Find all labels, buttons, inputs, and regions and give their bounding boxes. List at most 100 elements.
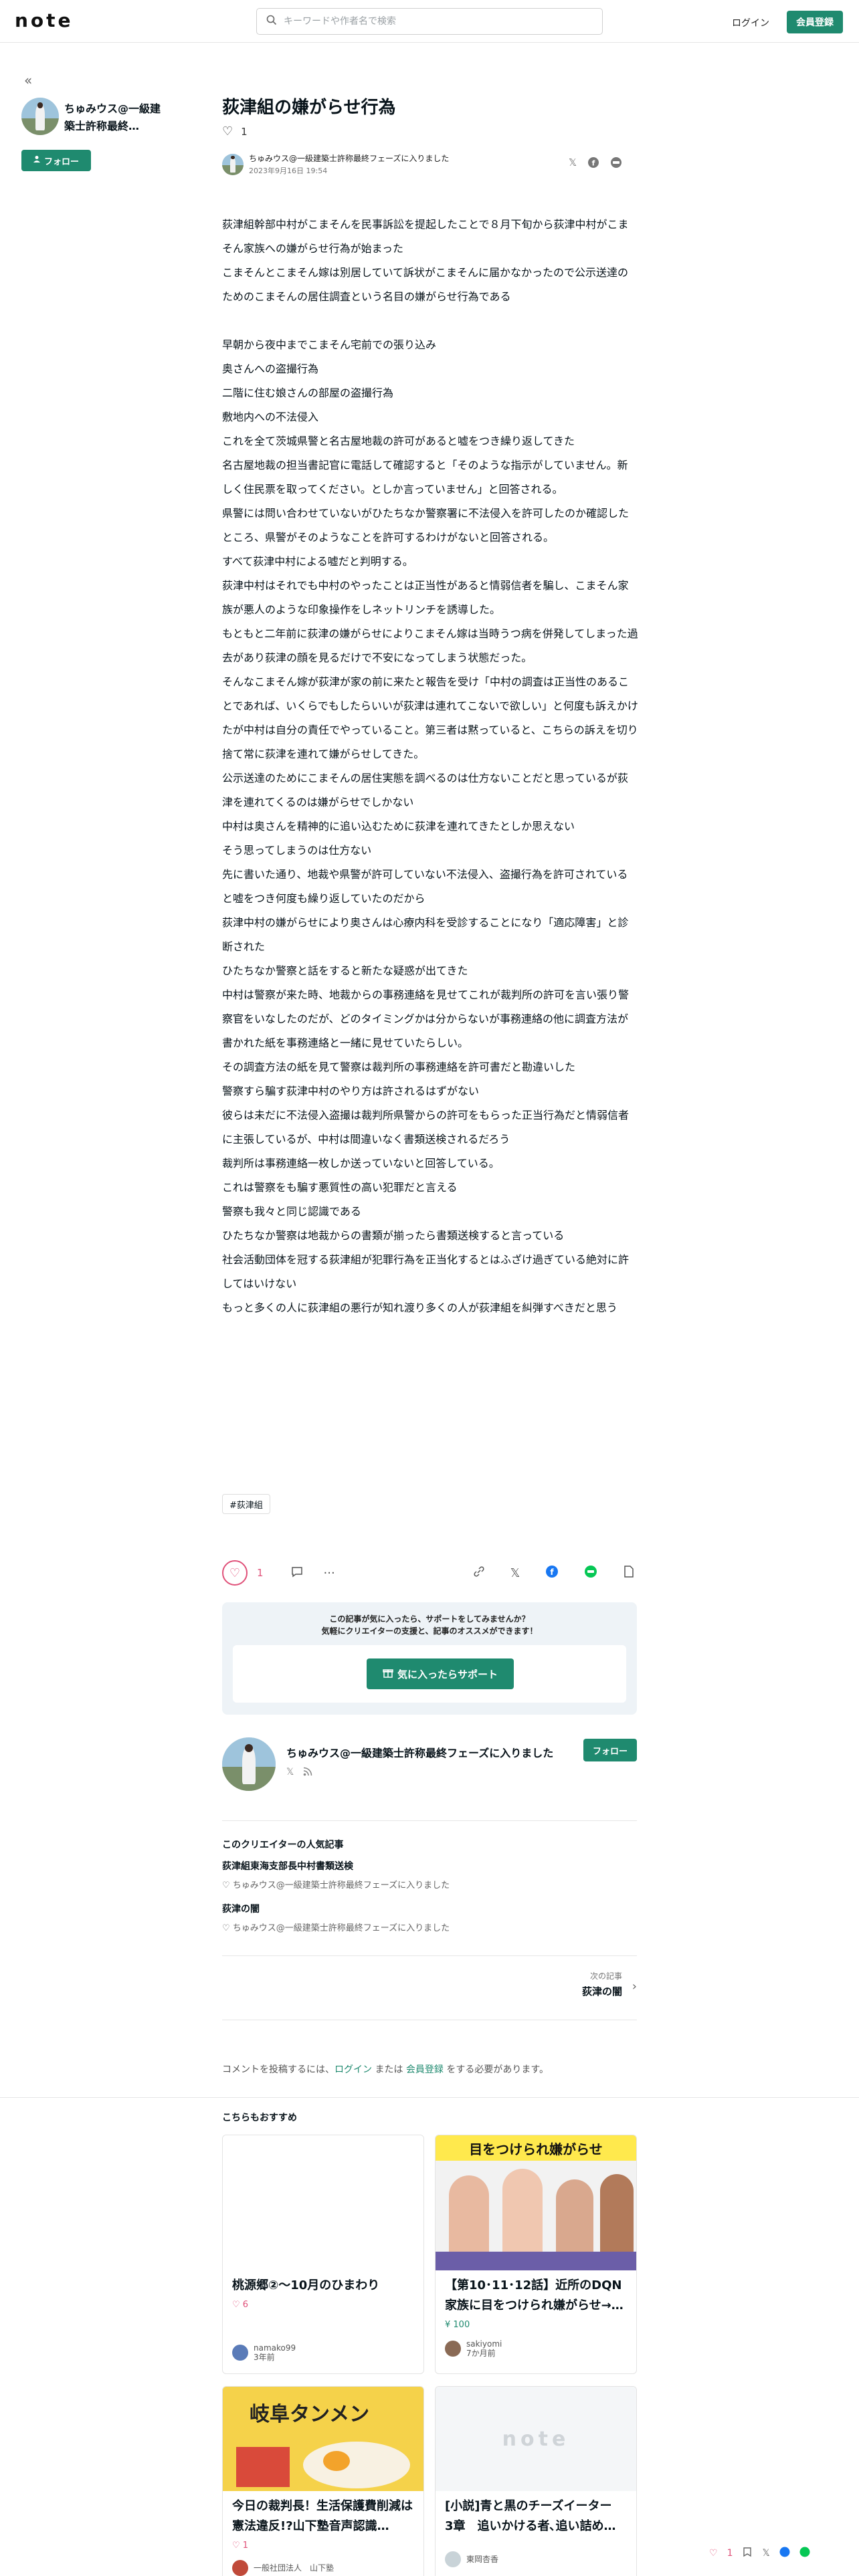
article-paragraph: 二階に住む娘さんの部屋の盗撮行為 bbox=[222, 387, 394, 399]
card-author: namako99 bbox=[254, 2343, 296, 2353]
bookmark-icon[interactable] bbox=[742, 2547, 753, 2560]
card-title: 今日の裁判長！生活保護費削減は憲法違反!?山下塾音声認識… bbox=[232, 2499, 413, 2533]
support-inner: 気に入ったらサポート bbox=[233, 1645, 626, 1703]
rss-icon[interactable] bbox=[303, 1767, 312, 1779]
card-meta: sakiyomi 7か月前 bbox=[436, 2330, 636, 2365]
heart-icon: ♡ bbox=[222, 1923, 233, 1933]
floating-like-count: 1 bbox=[727, 2548, 733, 2559]
sidebar-author-name[interactable]: ちゅみウス@一級建築士許称最終… bbox=[64, 100, 165, 135]
line-share-icon-floating[interactable] bbox=[799, 2547, 810, 2560]
comment-login-link[interactable]: ログイン bbox=[335, 2064, 372, 2075]
heart-icon: ♡ bbox=[232, 2541, 243, 2551]
article-body: 荻津組幹部中村がこまそんを民事訴訟を提起したことで８月下旬から荻津中村がこまそん… bbox=[222, 213, 638, 1320]
like-button-heart-icon[interactable]: ♡ bbox=[222, 1560, 248, 1586]
recommend-card[interactable]: note [小説]青と黒のチーズイーター 3章 追いかける者､追い詰め… 東岡杏… bbox=[435, 2386, 637, 2576]
divider bbox=[222, 1820, 637, 1821]
divider bbox=[222, 1955, 637, 1956]
creator-avatar[interactable] bbox=[222, 1737, 276, 1791]
comment-suffix: をする必要があります。 bbox=[443, 2064, 549, 2075]
facebook-share-icon-bottom[interactable]: f bbox=[545, 1565, 559, 1581]
recommend-card[interactable]: 桃源郷②〜10月のひまわり ♡ 6 namako99 3年前 bbox=[222, 2135, 424, 2374]
search-box[interactable] bbox=[256, 8, 603, 35]
recommend-section bbox=[0, 2097, 859, 2576]
login-link[interactable]: ログイン bbox=[732, 16, 769, 29]
x-profile-icon[interactable]: 𝕏 bbox=[286, 1767, 294, 1779]
heart-icon[interactable]: ♡ bbox=[709, 2548, 718, 2559]
header: note ログイン 会員登録 bbox=[0, 0, 859, 43]
author-name[interactable]: ちゅみウス@一級建築士許称最終フェーズに入りました bbox=[249, 152, 449, 164]
popular-item-title[interactable]: 荻津の闇 bbox=[222, 1902, 260, 1915]
popular-item-title[interactable]: 荻津組東海支部長中村書類送検 bbox=[222, 1859, 353, 1872]
card-meta: 一般社団法人 山下塾 bbox=[223, 2551, 423, 2576]
svg-text:f: f bbox=[551, 1568, 555, 1577]
facebook-share-icon[interactable]: f bbox=[587, 156, 599, 171]
person-plus-icon bbox=[33, 155, 41, 166]
publish-date: 2023年9月16日 19:54 bbox=[249, 167, 328, 175]
creator-name[interactable]: ちゅみウス@一級建築士許称最終フェーズに入りました bbox=[286, 1744, 553, 1760]
popular-heading: このクリエイターの人気記事 bbox=[222, 1840, 344, 1850]
heart-icon: ♡ bbox=[222, 1881, 233, 1891]
article-paragraph: 早朝から夜中までこまそん宅前での張り込み bbox=[222, 338, 437, 351]
article-paragraph: 中村は奥さんを精神的に追い込むために荻津を連れてきたとしか思えない bbox=[222, 820, 575, 833]
article-paragraph: すべて荻津中村による嘘だと判明する。 bbox=[222, 555, 413, 568]
x-share-icon-floating[interactable]: 𝕏 bbox=[762, 2548, 769, 2559]
article-paragraph: その調査方法の紙を見て警察は裁判所の事務連絡を許可書だと勘違いした bbox=[222, 1061, 576, 1073]
next-article-title: 荻津の闇 bbox=[581, 1985, 622, 1998]
card-author: 東岡杏香 bbox=[466, 2555, 499, 2564]
action-like-count: 1 bbox=[257, 1567, 264, 1579]
support-button[interactable]: 気に入ったらサポート bbox=[367, 1658, 514, 1689]
chevron-right-icon: › bbox=[632, 1979, 637, 1994]
creator-follow-button[interactable]: フォロー bbox=[583, 1739, 637, 1761]
comment-icon[interactable] bbox=[290, 1565, 304, 1582]
article-paragraph: 公示送達のためにこまそんの居住実態を調べるのは仕方ないことだと思っているが荻津を… bbox=[222, 772, 628, 809]
hatena-bookmark-icon[interactable] bbox=[623, 1565, 635, 1582]
collapse-sidebar-icon[interactable]: « bbox=[24, 72, 32, 88]
comment-signup-link[interactable]: 会員登録 bbox=[406, 2064, 444, 2075]
author-avatar-small[interactable] bbox=[222, 153, 244, 175]
x-share-icon[interactable]: 𝕏 bbox=[569, 156, 577, 171]
search-input[interactable] bbox=[284, 16, 578, 27]
article-paragraph: 彼らは未だに不法侵入盗撮は裁判所県警からの許可をもらった正当行為だと情弱信者に主… bbox=[222, 1109, 630, 1146]
card-thumbnail-manga: 目をつけられ嫌がらせ bbox=[436, 2135, 636, 2270]
card-title: 【第10･11･12話】近所のDQN家族に目をつけられ嫌がらせ→… bbox=[445, 2278, 624, 2313]
link-copy-icon[interactable] bbox=[473, 1566, 485, 1581]
sidebar-follow-label: フォロー bbox=[43, 156, 79, 167]
article-paragraph: もともと二年前に荻津の嫌がらせによりこまそん嫁は当時うつ病を併発してしまった過去… bbox=[222, 627, 638, 664]
card-thumbnail-placeholder: note bbox=[436, 2387, 636, 2491]
author-row: ちゅみウス@一級建築士許称最終フェーズに入りました 2023年9月16日 19:… bbox=[222, 152, 449, 176]
x-share-icon-bottom[interactable]: 𝕏 bbox=[510, 1566, 520, 1580]
line-share-icon-bottom[interactable] bbox=[584, 1565, 597, 1581]
recommend-card[interactable]: 岐阜タンメン 今日の裁判長！生活保護費削減は憲法違反!?山下塾音声認識… ♡ 1… bbox=[222, 2386, 424, 2576]
line-share-icon[interactable] bbox=[610, 156, 622, 171]
article-paragraph: そう思ってしまうのは仕方ない bbox=[222, 844, 372, 857]
article-paragraph: そんなこまそん嫁が荻津が家の前に来たと報告を受け「中村の調査は正当性のあることで… bbox=[222, 675, 638, 760]
signup-button[interactable]: 会員登録 bbox=[787, 11, 843, 33]
card-thumbnail-logo: note bbox=[502, 2427, 570, 2451]
card-author-avatar bbox=[445, 2341, 461, 2357]
facebook-share-icon-floating[interactable] bbox=[779, 2547, 790, 2560]
article-paragraph: ひたちなか警察は地裁からの書類が揃ったら書類送検すると言っている bbox=[222, 1229, 565, 1242]
gift-icon bbox=[383, 1667, 393, 1681]
article-paragraph: 裁判所は事務連絡一枚しか送っていないと回答している。 bbox=[222, 1157, 500, 1170]
card-author-avatar bbox=[445, 2551, 461, 2567]
comment-notice: コメントを投稿するには、ログイン または 会員登録 をする必要があります。 bbox=[222, 2062, 549, 2076]
heart-icon[interactable]: ♡ bbox=[222, 124, 233, 138]
article-paragraph: 荻津中村はそれでも中村のやったことは正当性があると情弱信者を騙し、こまそん家族が… bbox=[222, 579, 629, 616]
next-article-link[interactable]: 次の記事 荻津の闇 › bbox=[442, 1970, 637, 1998]
note-logo[interactable]: note bbox=[15, 9, 74, 31]
card-time: 7か月前 bbox=[466, 2349, 496, 2358]
article-paragraph: こまそんとこまそん嫁は別居していて訴状がこまそんに届かなかったので公示送達のため… bbox=[222, 266, 629, 303]
sidebar-follow-button[interactable]: フォロー bbox=[21, 150, 91, 171]
card-title: [小説]青と黒のチーズイーター 3章 追いかける者､追い詰め… bbox=[445, 2499, 624, 2533]
hashtag[interactable]: #荻津組 bbox=[222, 1494, 270, 1514]
article-paragraph: 中村は警察が来た時、地裁からの事務連絡を見せてこれが裁判所の許可を言い張り警察官… bbox=[222, 988, 630, 1049]
support-box: この記事が気に入ったら、サポートをしてみませんか？ 気軽にクリエイターの支援と、… bbox=[222, 1602, 637, 1715]
article-actions: ♡ 1 ··· 𝕏 f bbox=[222, 1560, 637, 1586]
support-line-2: 気軽にクリエイターの支援と、記事のオススメができます！ bbox=[321, 1626, 538, 1636]
more-icon[interactable]: ··· bbox=[324, 1566, 335, 1580]
article-paragraph: 敷地内への不法侵入 bbox=[222, 411, 319, 423]
card-thumbnail-ramen: 岐阜タンメン bbox=[223, 2387, 423, 2491]
author-avatar[interactable] bbox=[21, 98, 59, 135]
recommend-card[interactable]: 目をつけられ嫌がらせ 【第10･11･12話】近所のDQN家族に目をつけられ嫌が… bbox=[435, 2135, 637, 2374]
card-meta: namako99 3年前 bbox=[223, 2310, 423, 2369]
